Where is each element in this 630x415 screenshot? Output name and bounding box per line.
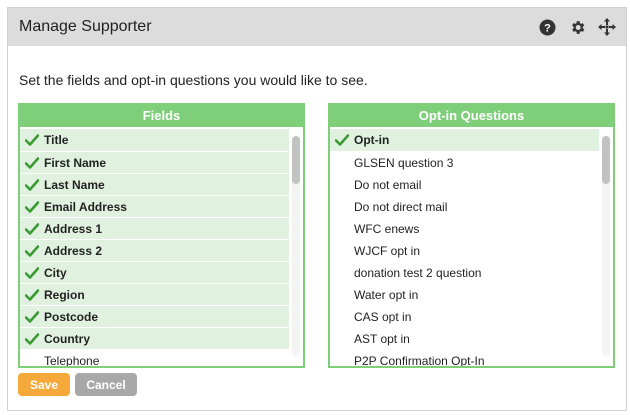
list-item-label: CAS opt in: [354, 309, 412, 324]
list-item-label: Do not direct mail: [354, 199, 448, 214]
list-item[interactable]: Do not direct mail: [330, 195, 599, 217]
list-item-label: Address 2: [44, 243, 103, 258]
list-item[interactable]: Postcode: [20, 305, 289, 327]
list-item-label: First Name: [44, 155, 107, 170]
checkmark-icon: [20, 332, 44, 345]
list-item-label: AST opt in: [354, 331, 410, 346]
list-item[interactable]: WJCF opt in: [330, 239, 599, 261]
list-item-label: Do not email: [354, 177, 422, 192]
fields-scrollbar[interactable]: [292, 136, 300, 356]
list-item[interactable]: Last Name: [20, 173, 289, 195]
list-item-label: P2P Confirmation Opt-In: [354, 353, 485, 367]
cancel-button[interactable]: Cancel: [75, 373, 137, 396]
checkmark-icon: [20, 178, 44, 191]
list-item-label: Opt-in: [354, 133, 390, 147]
list-item[interactable]: donation test 2 question: [330, 261, 599, 283]
list-item[interactable]: GLSEN question 3: [330, 151, 599, 173]
fields-scroll-thumb[interactable]: [292, 136, 300, 184]
list-item[interactable]: Water opt in: [330, 283, 599, 305]
list-item[interactable]: Country: [20, 327, 289, 349]
list-item-label: Title: [44, 133, 69, 147]
optin-panel-heading: Opt-in Questions: [328, 103, 615, 127]
checkmark-icon: [20, 244, 44, 257]
help-icon[interactable]: ?: [538, 18, 556, 36]
list-item[interactable]: Region: [20, 283, 289, 305]
manage-supporter-dialog: Manage Supporter ? Set the fields and op…: [7, 7, 627, 411]
checkmark-icon: [20, 288, 44, 301]
checkmark-icon: [20, 200, 44, 213]
list-item[interactable]: Email Address: [20, 195, 289, 217]
list-item[interactable]: Opt-in: [330, 129, 599, 151]
fields-panel: Fields Title First Name Last Name Email Add…: [18, 103, 305, 368]
list-item[interactable]: City: [20, 261, 289, 283]
dialog-title: Manage Supporter: [19, 18, 152, 35]
list-item-label: WFC enews: [354, 221, 420, 236]
optin-scroll-thumb[interactable]: [602, 136, 610, 184]
list-item[interactable]: Do not email: [330, 173, 599, 195]
checkmark-icon: [20, 156, 44, 169]
list-item-label: Email Address: [44, 199, 127, 214]
checkmark-icon: [330, 134, 354, 146]
move-icon[interactable]: [598, 18, 616, 36]
list-item[interactable]: CAS opt in: [330, 305, 599, 327]
list-item[interactable]: Address 1: [20, 217, 289, 239]
list-item-label: donation test 2 question: [354, 265, 482, 280]
list-item[interactable]: AST opt in: [330, 327, 599, 349]
list-item[interactable]: P2P Confirmation Opt-In: [330, 349, 599, 366]
list-item[interactable]: Title: [20, 129, 289, 151]
list-item-label: City: [44, 265, 67, 280]
optin-scrollbar[interactable]: [602, 136, 610, 356]
fields-panel-heading: Fields: [18, 103, 305, 127]
list-item-label: Country: [44, 331, 90, 346]
fields-list: Title First Name Last Name Email Address Add…: [20, 129, 289, 366]
list-item-label: Address 1: [44, 221, 103, 236]
optin-panel: Opt-in Questions Opt-in GLSEN question 3 D…: [328, 103, 615, 368]
gear-icon[interactable]: [568, 18, 586, 36]
list-item-label: Region: [44, 287, 85, 302]
list-item-label: Postcode: [44, 309, 99, 324]
checkmark-icon: [20, 134, 44, 146]
list-item[interactable]: Telephone: [20, 349, 289, 366]
optin-list: Opt-in GLSEN question 3 Do not email Do not…: [330, 129, 599, 366]
list-item-label: GLSEN question 3: [354, 155, 454, 170]
list-item-label: Last Name: [44, 177, 105, 192]
list-item[interactable]: Address 2: [20, 239, 289, 261]
checkmark-icon: [20, 310, 44, 323]
dialog-header: Manage Supporter ?: [8, 8, 626, 46]
list-item-label: Telephone: [44, 353, 100, 367]
list-item[interactable]: WFC enews: [330, 217, 599, 239]
svg-text:?: ?: [544, 22, 551, 34]
list-item[interactable]: First Name: [20, 151, 289, 173]
save-button[interactable]: Save: [18, 373, 70, 396]
intro-text: Set the fields and opt-in questions you …: [19, 72, 368, 88]
checkmark-icon: [20, 266, 44, 279]
list-item-label: WJCF opt in: [354, 243, 421, 258]
list-item-label: Water opt in: [354, 287, 419, 302]
checkmark-icon: [20, 222, 44, 235]
